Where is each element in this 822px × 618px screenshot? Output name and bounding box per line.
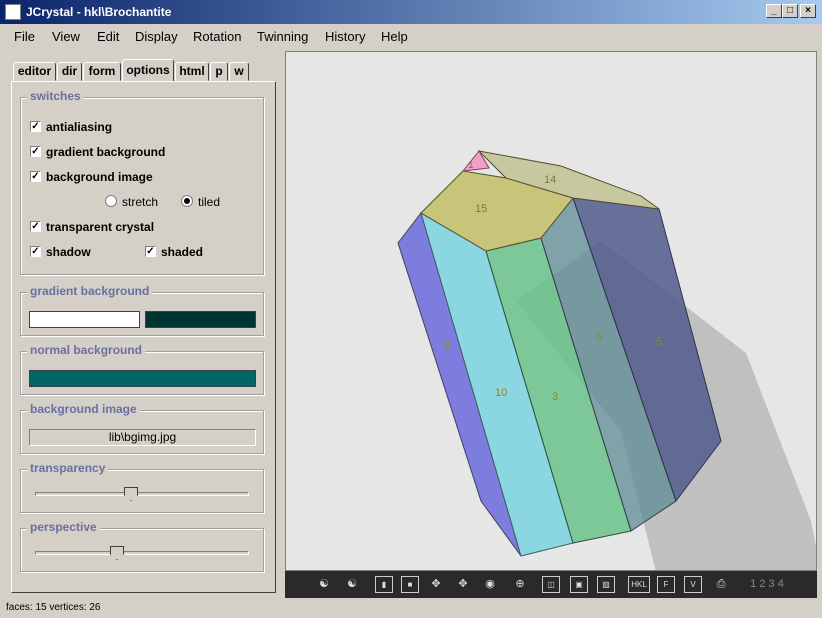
face-5-label: 5 xyxy=(656,336,662,348)
tab-p[interactable]: p xyxy=(210,62,228,81)
tiled-radio[interactable] xyxy=(181,195,193,207)
shadow-label: shadow xyxy=(46,245,91,259)
perspective-group: perspective xyxy=(20,520,264,572)
f-button[interactable]: F xyxy=(657,576,675,593)
split-view-icon[interactable]: ◫ xyxy=(542,576,560,593)
perspective-title: perspective xyxy=(27,520,100,534)
menu-help[interactable]: Help xyxy=(381,29,408,44)
menu-bar: File View Edit Display Rotation Twinning… xyxy=(0,24,822,48)
status-bar: faces: 15 vertices: 26 xyxy=(0,600,822,618)
face-15-label: 15 xyxy=(475,203,487,215)
menu-rotation[interactable]: Rotation xyxy=(193,29,241,44)
minimize-button[interactable]: _ xyxy=(766,4,782,18)
background-image-checkbox[interactable]: ✓ xyxy=(30,171,41,182)
gradient-color-2-swatch[interactable] xyxy=(145,311,256,328)
frame-icon[interactable]: ▣ xyxy=(570,576,588,593)
move-alt-icon[interactable]: ✥ xyxy=(454,576,472,593)
transparency-slider-track[interactable] xyxy=(35,492,249,496)
rotate-tool-icon[interactable]: ☯ xyxy=(315,576,333,593)
hkl-button[interactable]: HKL xyxy=(628,576,650,593)
window-title: JCrystal - hkl\Brochantite xyxy=(26,5,172,19)
zoom-icon[interactable]: ⊕ xyxy=(511,576,529,593)
transparency-group: transparency xyxy=(20,461,264,513)
face-1-label: 1 xyxy=(468,160,474,171)
background-image-label: background image xyxy=(46,170,153,184)
image-icon[interactable]: ▨ xyxy=(597,576,615,593)
menu-twinning[interactable]: Twinning xyxy=(257,29,308,44)
tab-form[interactable]: form xyxy=(83,62,121,81)
menu-file[interactable]: File xyxy=(14,29,35,44)
tab-editor[interactable]: editor xyxy=(13,62,56,81)
crystal-viewport[interactable]: 1 14 15 6 10 3 9 5 xyxy=(285,51,817,571)
shaded-checkbox[interactable]: ✓ xyxy=(145,246,156,257)
tab-w[interactable]: w xyxy=(229,62,249,81)
face-3-label: 3 xyxy=(552,391,558,403)
eye-icon[interactable]: ◉ xyxy=(481,576,499,593)
face-9-label: 9 xyxy=(596,332,602,344)
face-14-label: 14 xyxy=(544,174,556,186)
menu-edit[interactable]: Edit xyxy=(97,29,119,44)
normal-background-title: normal background xyxy=(27,343,146,357)
normal-background-swatch[interactable] xyxy=(29,370,256,387)
print-icon[interactable]: ⎙ xyxy=(712,576,730,593)
face-6-label: 6 xyxy=(444,340,450,352)
app-icon xyxy=(5,4,21,20)
crystal-drawing: 1 14 15 6 10 3 9 5 xyxy=(397,150,816,570)
background-image-file-field[interactable]: lib\bgimg.jpg xyxy=(29,429,256,446)
title-bar: JCrystal - hkl\Brochantite _ □ × xyxy=(0,0,822,24)
transparent-crystal-label: transparent crystal xyxy=(46,220,155,234)
close-button[interactable]: × xyxy=(800,4,816,18)
antialiasing-checkbox[interactable]: ✓ xyxy=(30,121,41,132)
antialiasing-label: antialiasing xyxy=(46,120,113,134)
tiled-label: tiled xyxy=(198,195,221,209)
menu-view[interactable]: View xyxy=(52,29,80,44)
transparency-title: transparency xyxy=(27,461,109,475)
move-icon[interactable]: ✥ xyxy=(427,576,445,593)
tab-html[interactable]: html xyxy=(175,62,209,81)
stretch-label: stretch xyxy=(122,195,159,209)
v-button[interactable]: V xyxy=(684,576,702,593)
rotate-plus-tool-icon[interactable]: ☯ xyxy=(343,576,361,593)
layer-selector[interactable]: 1 2 3 4 xyxy=(745,576,789,593)
viewport-toolbar: ☯ ☯ ▮ ■ ✥ ✥ ◉ ⊕ ◫ ▣ ▨ HKL F V ⎙ 1 2 3 4 xyxy=(285,571,817,598)
gradient-background-label: gradient background xyxy=(46,145,166,159)
view-box-icon[interactable]: ■ xyxy=(401,576,419,593)
tab-dir[interactable]: dir xyxy=(57,62,82,81)
tab-options[interactable]: options xyxy=(122,59,174,82)
gradient-background-checkbox[interactable]: ✓ xyxy=(30,146,41,157)
stretch-radio[interactable] xyxy=(105,195,117,207)
transparent-crystal-checkbox[interactable]: ✓ xyxy=(30,221,41,232)
face-10-label: 10 xyxy=(495,387,507,399)
shadow-checkbox[interactable]: ✓ xyxy=(30,246,41,257)
background-image-title: background image xyxy=(27,402,140,416)
gradient-background-title: gradient background xyxy=(27,284,153,298)
menu-history[interactable]: History xyxy=(325,29,365,44)
gradient-color-1-swatch[interactable] xyxy=(29,311,140,328)
maximize-button[interactable]: □ xyxy=(782,4,798,18)
shaded-label: shaded xyxy=(161,245,204,259)
view-front-icon[interactable]: ▮ xyxy=(375,576,393,593)
status-text: faces: 15 vertices: 26 xyxy=(6,602,101,613)
switches-title: switches xyxy=(27,89,84,103)
perspective-slider-track[interactable] xyxy=(35,551,249,555)
menu-display[interactable]: Display xyxy=(135,29,178,44)
